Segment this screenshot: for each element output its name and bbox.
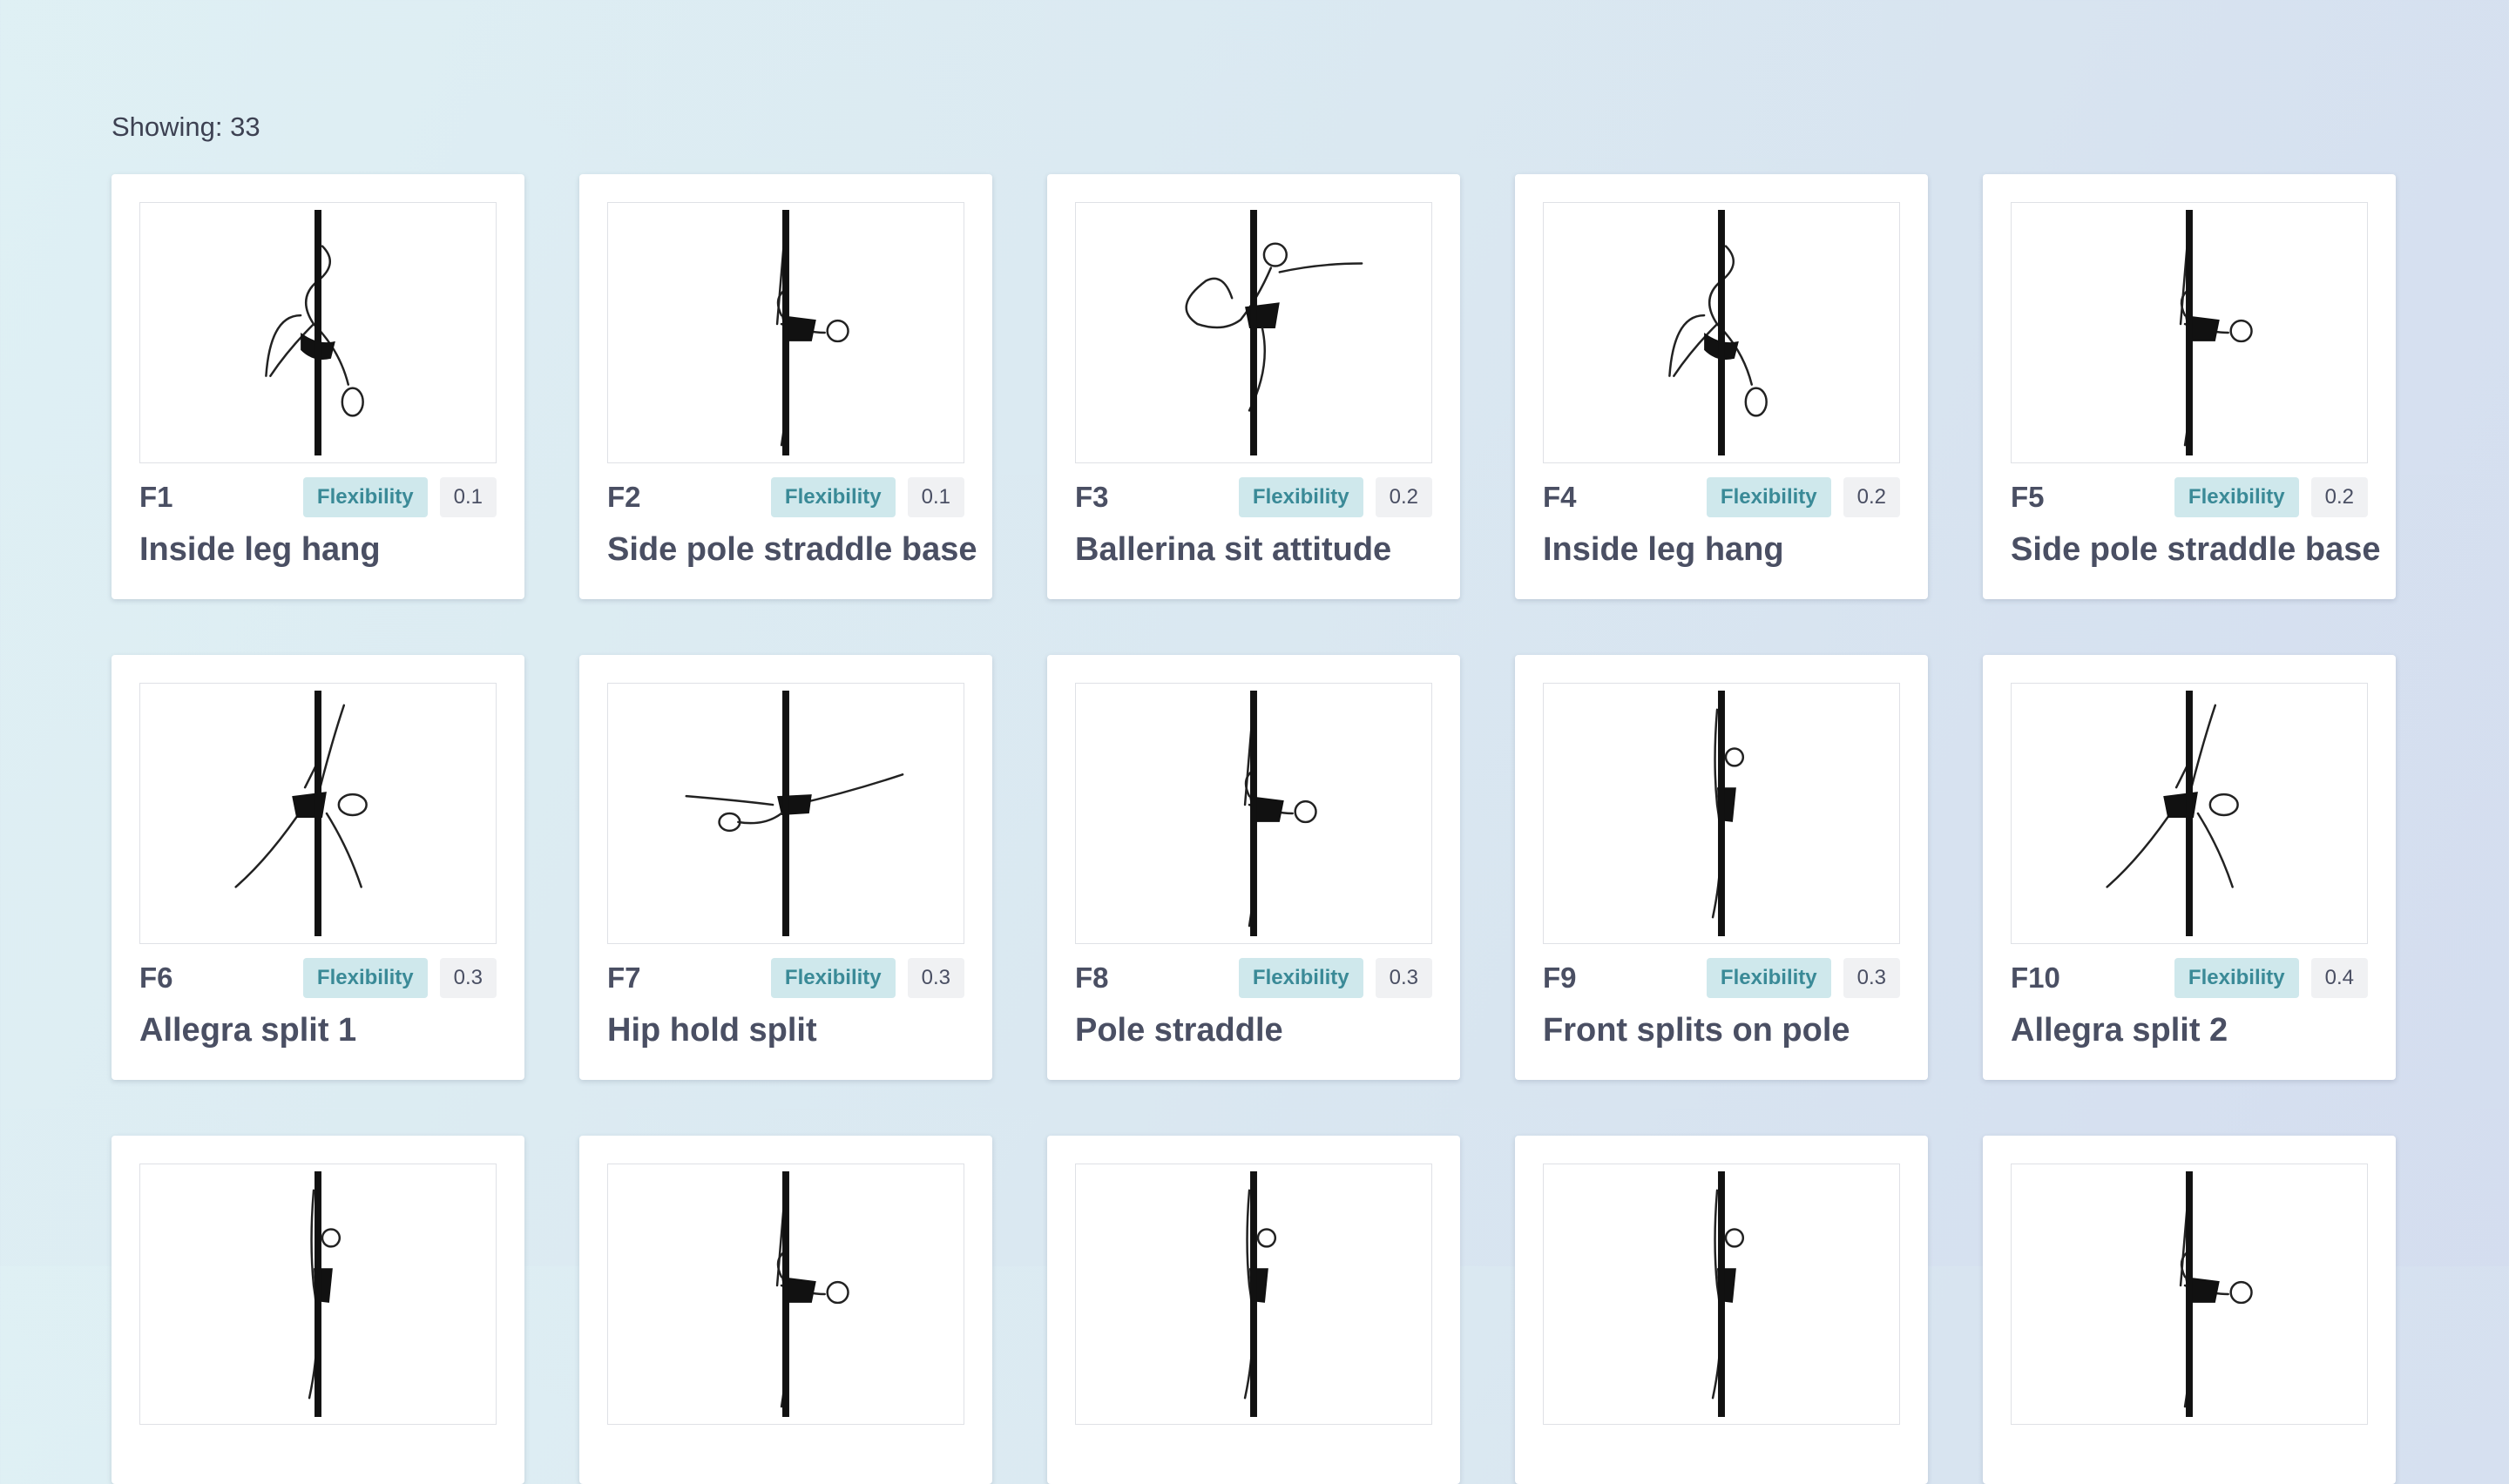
card-meta: F2 Flexibility 0.1	[607, 477, 964, 517]
score-badge: 0.4	[2310, 958, 2368, 998]
category-badge: Flexibility	[302, 958, 428, 998]
card-meta: F1 Flexibility 0.1	[139, 477, 497, 517]
score-badge: 0.3	[1843, 958, 1900, 998]
score-badge: 0.2	[2310, 477, 2368, 517]
move-card[interactable]: F8 Flexibility 0.3 Pole straddle	[1047, 655, 1460, 1080]
pose-illustration	[1075, 1164, 1432, 1425]
category-badge: Flexibility	[1238, 477, 1363, 517]
move-code: F9	[1543, 961, 1577, 994]
move-card[interactable]: F5 Flexibility 0.2 Side pole straddle ba…	[1983, 174, 2396, 599]
move-card[interactable]: F1 Flexibility 0.1 Inside leg hang	[112, 174, 524, 599]
card-meta: F3 Flexibility 0.2	[1075, 477, 1432, 517]
move-card[interactable]: F4 Flexibility 0.2 Inside leg hang	[1515, 174, 1928, 599]
score-badge: 0.1	[439, 477, 497, 517]
move-code: F4	[1543, 481, 1577, 513]
move-card[interactable]	[1983, 1136, 2396, 1484]
move-code: F1	[139, 481, 173, 513]
move-code: F8	[1075, 961, 1109, 994]
move-card[interactable]: F10 Flexibility 0.4 Allegra split 2	[1983, 655, 2396, 1080]
score-badge: 0.1	[907, 477, 964, 517]
move-code: F6	[139, 961, 173, 994]
score-badge: 0.3	[1375, 958, 1432, 998]
move-title: Side pole straddle base	[2011, 531, 2381, 568]
pose-illustration	[1543, 202, 1900, 463]
move-title: Inside leg hang	[1543, 531, 1784, 568]
move-title: Hip hold split	[607, 1012, 817, 1049]
move-card[interactable]: F7 Flexibility 0.3 Hip hold split	[579, 655, 992, 1080]
showing-count: Showing: 33	[112, 111, 260, 142]
card-meta: F8 Flexibility 0.3	[1075, 958, 1432, 998]
score-badge: 0.3	[439, 958, 497, 998]
pose-illustration	[1543, 1164, 1900, 1425]
pose-illustration	[1075, 683, 1432, 944]
category-badge: Flexibility	[302, 477, 428, 517]
pose-illustration	[607, 202, 964, 463]
pose-illustration	[2011, 202, 2368, 463]
move-card[interactable]	[1515, 1136, 1928, 1484]
category-badge: Flexibility	[770, 477, 896, 517]
move-title: Pole straddle	[1075, 1012, 1283, 1049]
move-card[interactable]: F9 Flexibility 0.3 Front splits on pole	[1515, 655, 1928, 1080]
card-meta: F7 Flexibility 0.3	[607, 958, 964, 998]
category-badge: Flexibility	[2174, 958, 2299, 998]
move-code: F7	[607, 961, 641, 994]
move-code: F2	[607, 481, 641, 513]
move-title: Side pole straddle base	[607, 531, 977, 568]
category-badge: Flexibility	[1238, 958, 1363, 998]
move-card[interactable]: F3 Flexibility 0.2 Ballerina sit attitud…	[1047, 174, 1460, 599]
category-badge: Flexibility	[770, 958, 896, 998]
move-code: F3	[1075, 481, 1109, 513]
card-meta: F9 Flexibility 0.3	[1543, 958, 1900, 998]
move-title: Front splits on pole	[1543, 1012, 1850, 1049]
pose-illustration	[607, 683, 964, 944]
move-title: Ballerina sit attitude	[1075, 531, 1392, 568]
card-meta: F4 Flexibility 0.2	[1543, 477, 1900, 517]
category-badge: Flexibility	[2174, 477, 2299, 517]
pose-illustration	[1075, 202, 1432, 463]
pose-illustration	[2011, 683, 2368, 944]
pose-illustration	[607, 1164, 964, 1425]
move-card[interactable]: F2 Flexibility 0.1 Side pole straddle ba…	[579, 174, 992, 599]
score-badge: 0.2	[1375, 477, 1432, 517]
card-meta: F10 Flexibility 0.4	[2011, 958, 2368, 998]
pose-illustration	[139, 683, 497, 944]
move-code: F10	[2011, 961, 2060, 994]
pose-illustration	[139, 202, 497, 463]
category-badge: Flexibility	[1706, 477, 1831, 517]
pose-illustration	[2011, 1164, 2368, 1425]
move-code: F5	[2011, 481, 2045, 513]
pose-illustration	[139, 1164, 497, 1425]
move-title: Allegra split 1	[139, 1012, 357, 1049]
card-meta: F5 Flexibility 0.2	[2011, 477, 2368, 517]
category-badge: Flexibility	[1706, 958, 1831, 998]
score-badge: 0.2	[1843, 477, 1900, 517]
move-card[interactable]: F6 Flexibility 0.3 Allegra split 1	[112, 655, 524, 1080]
move-card[interactable]	[579, 1136, 992, 1484]
pose-illustration	[1543, 683, 1900, 944]
score-badge: 0.3	[907, 958, 964, 998]
move-grid: F1 Flexibility 0.1 Inside leg hang F2 Fl…	[112, 174, 2396, 1484]
card-meta: F6 Flexibility 0.3	[139, 958, 497, 998]
move-title: Inside leg hang	[139, 531, 381, 568]
move-card[interactable]	[112, 1136, 524, 1484]
move-card[interactable]	[1047, 1136, 1460, 1484]
move-title: Allegra split 2	[2011, 1012, 2228, 1049]
